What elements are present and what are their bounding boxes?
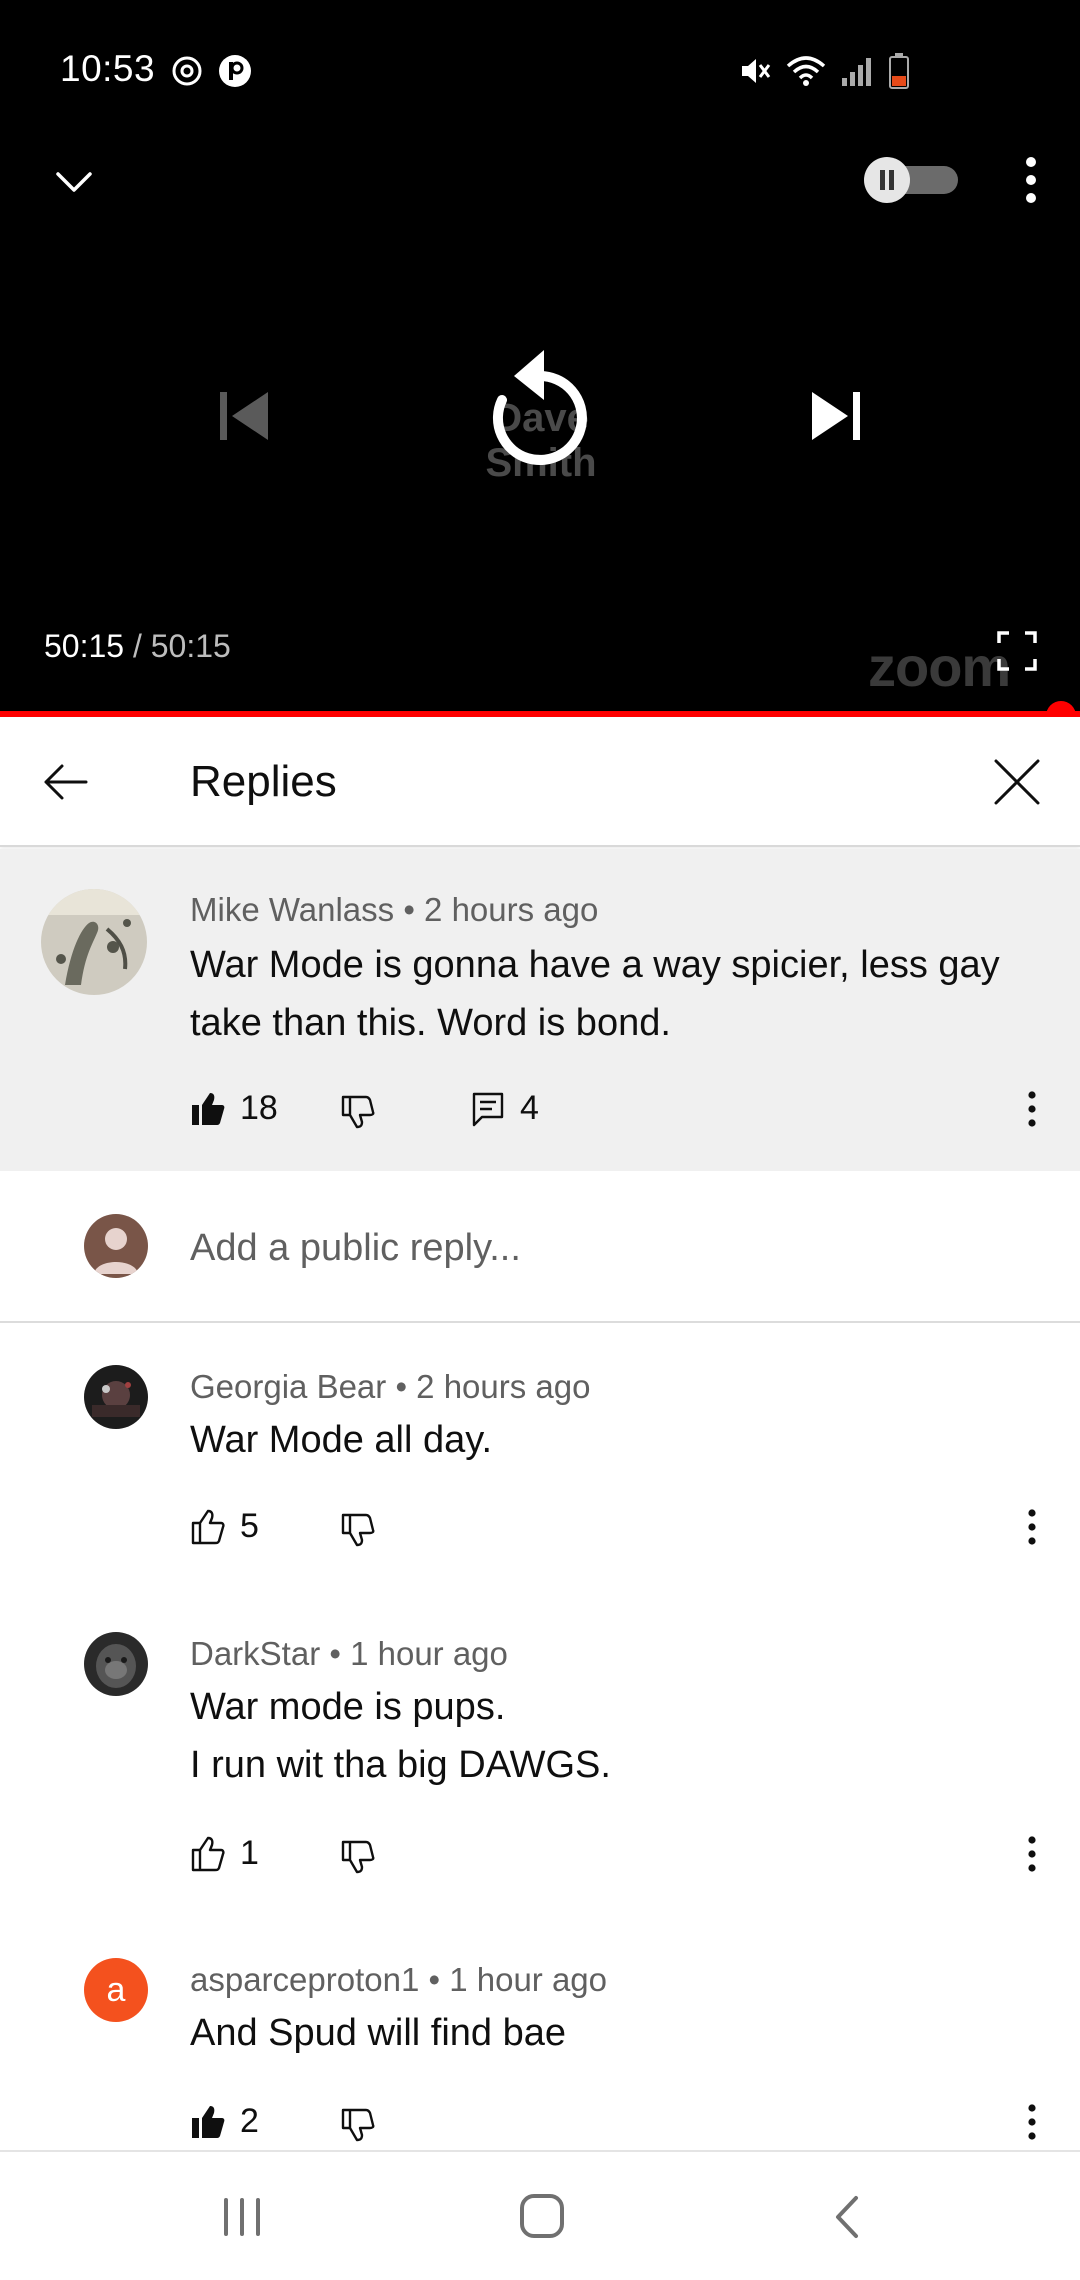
add-reply-row (0, 1171, 1080, 1323)
like-button[interactable]: 18 (190, 1089, 278, 1128)
comment-text: War Mode all day. (190, 1419, 492, 1461)
comment-author[interactable]: Georgia Bear (190, 1368, 386, 1405)
comment-meta: DarkStar • 1 hour ago (190, 1635, 508, 1673)
time-readout: 50:15 / 50:15 (44, 628, 231, 665)
meta-separator: • (386, 1368, 417, 1405)
replies-header: Replies (0, 717, 1080, 847)
avatar[interactable]: a (84, 1958, 148, 2022)
more-vert-icon[interactable] (1022, 2102, 1042, 2142)
meta-separator: • (419, 1961, 450, 1998)
status-time: 10:53 (60, 48, 156, 89)
status-bar: 10:53 (0, 0, 1080, 140)
comment-time: 1 hour ago (449, 1961, 608, 1998)
comment-author[interactable]: Mike Wanlass (190, 891, 394, 928)
mute-icon (742, 59, 771, 83)
meta-separator: • (394, 891, 425, 928)
avatar[interactable] (84, 1632, 148, 1696)
comment-time: 1 hour ago (350, 1635, 508, 1672)
dislike-button[interactable] (340, 1838, 376, 1874)
comment-time: 2 hours ago (416, 1368, 591, 1405)
total-time: 50:15 (150, 628, 231, 664)
like-button[interactable]: 2 (190, 2102, 259, 2141)
like-count: 2 (240, 2102, 259, 2140)
nav-back-icon[interactable] (818, 2192, 878, 2242)
like-count: 5 (240, 1507, 259, 1545)
recent-apps-icon[interactable] (212, 2192, 272, 2242)
avatar-letter: a (106, 1970, 126, 2009)
reply-count: 4 (520, 1089, 539, 1127)
current-time: 50:15 (44, 628, 125, 664)
comment-meta: Georgia Bear • 2 hours ago (190, 1368, 590, 1406)
like-count: 1 (240, 1834, 259, 1872)
comment-meta: Mike Wanlass • 2 hours ago (190, 891, 598, 929)
battery-low-icon (889, 53, 909, 89)
signal-icon (842, 58, 871, 86)
chevron-down-icon[interactable] (48, 156, 100, 208)
video-player[interactable]: 10:53 Dave Smith 50:15 / 50:15 zoom (0, 0, 1080, 717)
more-vert-icon[interactable] (1022, 1089, 1042, 1129)
comment-meta: asparceproton1 • 1 hour ago (190, 1961, 607, 1999)
system-nav-bar (0, 2150, 1080, 2280)
parent-comment: Mike Wanlass • 2 hours ago War Mode is g… (0, 849, 1080, 1171)
thumb-up-filled-icon (192, 1092, 225, 1125)
autoplay-toggle[interactable] (864, 157, 960, 203)
status-icons (738, 52, 910, 90)
dislike-button[interactable] (340, 1511, 376, 1547)
thumb-up-icon (191, 1509, 225, 1544)
comment-text: And Spud will find bae (190, 2012, 567, 2054)
comment-time: 2 hours ago (424, 891, 599, 928)
more-vert-icon[interactable] (1022, 1834, 1042, 1874)
wifi-icon (786, 56, 826, 86)
user-avatar (84, 1214, 148, 1278)
home-icon[interactable] (512, 2192, 572, 2242)
comment-icon (472, 1092, 504, 1126)
dislike-button[interactable] (340, 2106, 376, 2142)
comment-author[interactable]: DarkStar (190, 1635, 320, 1672)
replies-title: Replies (190, 757, 337, 806)
arrow-back-icon[interactable] (38, 755, 92, 809)
skip-previous-icon[interactable] (214, 388, 274, 444)
thumb-up-icon (191, 1836, 225, 1871)
reply-item: Georgia Bear • 2 hours ago War Mode all … (0, 1323, 1080, 1590)
thumb-up-filled-icon (192, 2105, 225, 2138)
more-vert-icon[interactable] (1012, 152, 1050, 208)
fullscreen-icon[interactable] (996, 630, 1038, 672)
zoom-logo: zoom (868, 635, 1011, 698)
skip-next-icon[interactable] (806, 388, 866, 444)
more-vert-icon[interactable] (1022, 1507, 1042, 1547)
close-icon[interactable] (990, 755, 1044, 809)
meta-separator: • (320, 1635, 351, 1672)
comment-author[interactable]: asparceproton1 (190, 1961, 419, 1998)
time-separator: / (124, 628, 151, 664)
reply-item: DarkStar • 1 hour ago War mode is pups. … (0, 1590, 1080, 1916)
reply-item: a asparceproton1 • 1 hour ago And Spud w… (0, 1916, 1080, 2150)
reply-count-button[interactable]: 4 (470, 1089, 539, 1128)
scrubber-handle[interactable] (1046, 701, 1076, 717)
like-count: 18 (240, 1089, 278, 1127)
comment-text: War Mode is gonna have a way spicier, le… (190, 944, 1000, 1044)
app-p-icon (219, 55, 251, 87)
reply-input[interactable] (190, 1223, 990, 1273)
dislike-button[interactable] (340, 1093, 376, 1129)
comment-text: War mode is pups. I run wit tha big DAWG… (190, 1686, 611, 1786)
avatar[interactable] (41, 889, 147, 995)
avatar[interactable] (84, 1365, 148, 1429)
replay-icon[interactable] (480, 342, 600, 472)
like-button[interactable]: 5 (190, 1507, 259, 1546)
sync-icon (172, 56, 202, 86)
like-button[interactable]: 1 (190, 1834, 259, 1873)
